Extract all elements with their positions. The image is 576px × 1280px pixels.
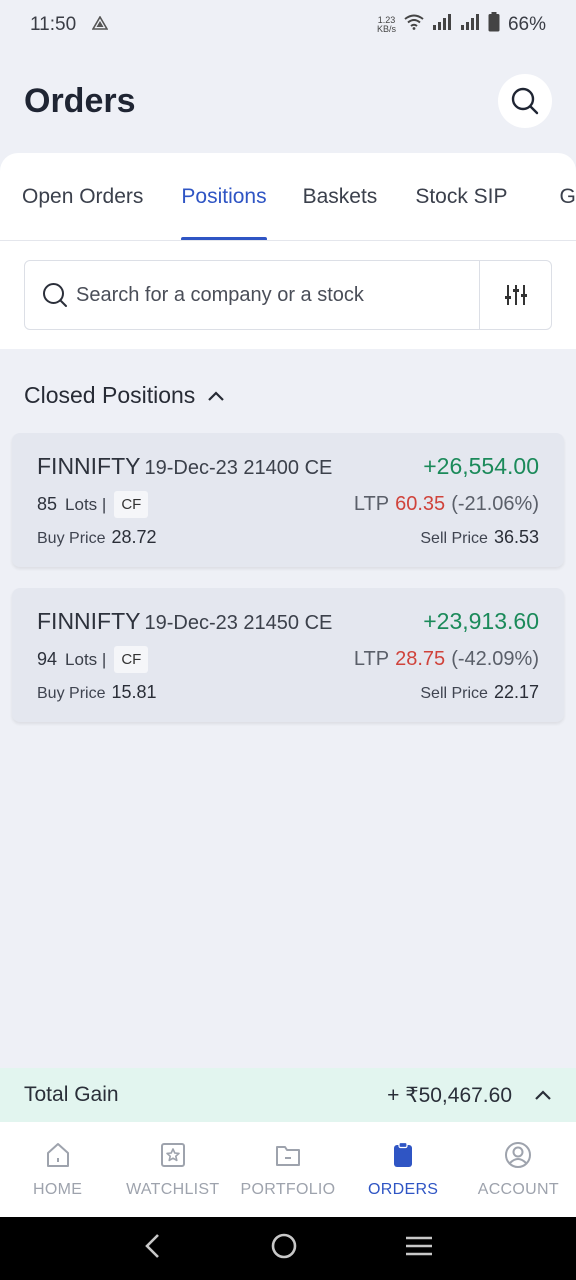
sell-price-value: 36.53 [493,527,539,547]
search-bar [24,260,552,330]
nav-watchlist[interactable]: WATCHLIST [115,1141,230,1199]
clipboard-icon [394,1141,413,1167]
tab-gtt[interactable]: GTT [560,153,576,240]
search-input[interactable] [76,283,479,307]
battery-percent: 66% [507,14,546,35]
home-icon [46,1142,69,1167]
system-nav-bar [0,1217,576,1280]
tab-stock-sip[interactable]: Stock SIP [415,153,507,240]
chevron-up-icon [208,390,225,401]
search-icon [511,87,539,115]
buy-price-value: 15.81 [111,682,157,702]
signal-icon [460,14,480,36]
position-card[interactable]: FINNIFTY 19-Dec-23 21400 CE +26,554.00 85… [12,433,564,567]
ltp-change: (-42.09%) [451,648,539,670]
bottom-nav: HOME WATCHLIST PORTFOLIO ORDERS ACCOUNT [0,1122,576,1217]
closed-positions-header[interactable]: Closed Positions [24,382,225,409]
total-gain-bar[interactable]: Total Gain + ₹50,467.60 [0,1068,576,1122]
battery-icon [488,12,500,38]
cf-badge: CF [114,646,149,673]
lots-label: Lots | [65,649,107,669]
user-icon [505,1141,532,1168]
nav-account[interactable]: ACCOUNT [461,1141,576,1199]
position-card[interactable]: FINNIFTY 19-Dec-23 21450 CE +23,913.60 94… [12,588,564,722]
total-gain-value: + ₹50,467.60 [387,1083,512,1107]
tab-baskets[interactable]: Baskets [303,153,378,240]
ltp-value: 60.35 [395,493,446,515]
ltp-label: LTP [353,648,390,670]
back-icon[interactable] [143,1233,163,1264]
position-contract: 19-Dec-23 21400 CE [144,457,333,479]
page-title: Orders [24,81,136,120]
nav-orders[interactable]: ORDERS [346,1141,461,1199]
cf-badge: CF [114,491,149,518]
filter-button[interactable] [479,261,551,329]
position-contract: 19-Dec-23 21450 CE [144,612,333,634]
ltp-change: (-21.06%) [451,493,539,515]
lots-label: Lots | [65,494,107,514]
ltp-value: 28.75 [395,648,446,670]
status-bar: 11:50 1.23 KB/s 66% [0,0,576,50]
position-pnl: +23,913.60 [423,608,539,634]
home-button-icon[interactable] [270,1232,298,1265]
active-tab-indicator [181,236,267,240]
position-lots: 85 [37,494,58,514]
position-symbol: FINNIFTY [37,453,141,479]
star-icon [160,1142,185,1167]
signal-icon [432,14,452,36]
buy-price-value: 28.72 [111,527,157,547]
buy-price-label: Buy Price [37,530,106,547]
tab-positions[interactable]: Positions [181,153,267,240]
section-title: Closed Positions [24,382,196,408]
sell-price-label: Sell Price [420,530,488,547]
tab-bar: Open Orders Positions Baskets Stock SIP … [0,153,576,241]
recents-menu-icon[interactable] [405,1235,433,1262]
search-icon [42,282,72,308]
sell-price-label: Sell Price [420,685,488,702]
total-gain-label: Total Gain [24,1083,119,1106]
status-time: 11:50 [30,14,77,35]
position-pnl: +26,554.00 [423,453,539,479]
app-notification-icon [91,14,109,36]
position-symbol: FINNIFTY [37,608,141,634]
net-speed: 1.23 KB/s [376,15,396,34]
header: Orders [0,60,576,142]
tab-open-orders[interactable]: Open Orders [22,153,143,240]
sell-price-value: 22.17 [493,682,539,702]
wifi-icon [404,14,424,36]
nav-portfolio[interactable]: PORTFOLIO [230,1141,345,1199]
nav-home[interactable]: HOME [0,1141,115,1199]
ltp-label: LTP [353,493,390,515]
folder-icon [275,1145,300,1166]
header-search-button[interactable] [498,74,552,128]
buy-price-label: Buy Price [37,685,106,702]
filter-sliders-icon [504,285,527,305]
position-lots: 94 [37,649,58,669]
chevron-up-icon [535,1090,551,1100]
